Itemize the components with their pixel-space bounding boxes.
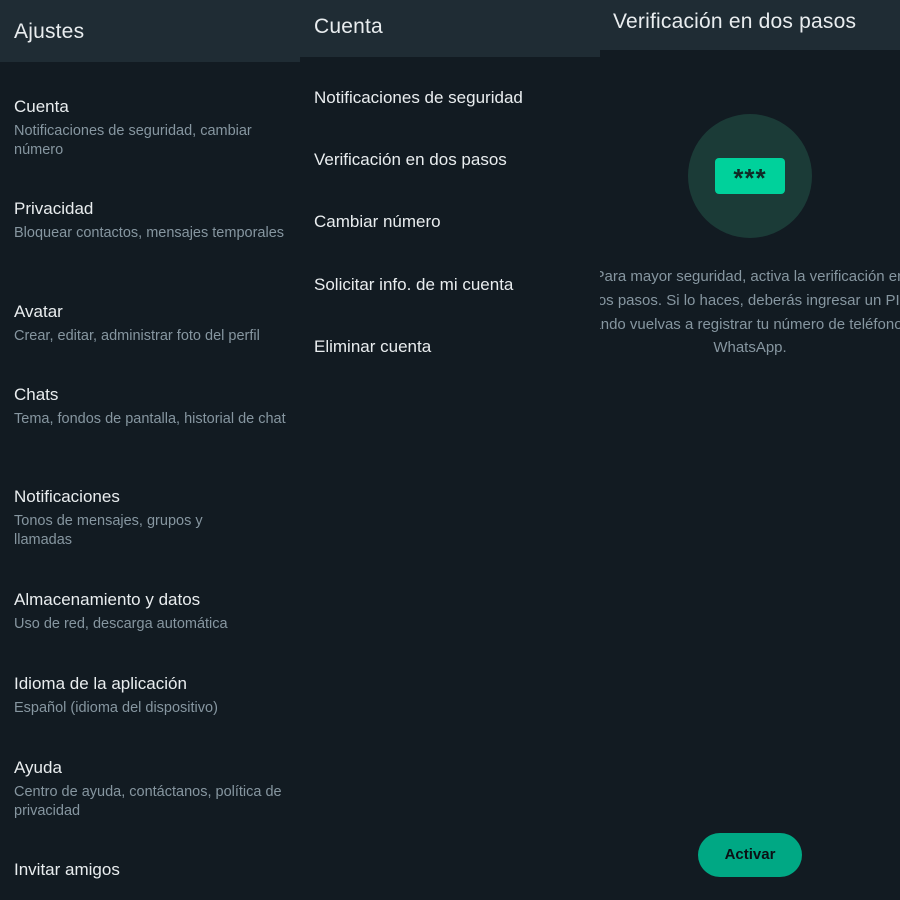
cuenta-screen: Cuenta Notificaciones de seguridad Verif… (300, 0, 600, 900)
settings-item-cuenta[interactable]: Cuenta Notificaciones de seguridad, camb… (14, 96, 300, 160)
activar-button[interactable]: Activar (698, 833, 802, 877)
settings-item-title: Invitar amigos (14, 860, 120, 879)
cuenta-title: Cuenta (314, 15, 383, 38)
settings-item-subtitle: Tonos de mensajes, grupos y llamadas (14, 513, 203, 548)
ajustes-screen: Ajustes Cuenta Notificaciones de segurid… (0, 0, 300, 900)
description-line: WhatsApp. (713, 339, 787, 356)
settings-item-title: Privacidad (14, 199, 94, 218)
pin-icon: *** (715, 158, 785, 194)
settings-item-title: Almacenamiento y datos (14, 590, 201, 609)
settings-item-subtitle: Centro de ayuda, contáctanos, política d… (14, 784, 282, 819)
settings-item-privacidad[interactable]: Privacidad Bloquear contactos, mensajes … (14, 198, 300, 243)
cuenta-item-cambiar-numero[interactable]: Cambiar número (314, 211, 441, 233)
description-line: cuando vuelvas a registrar tu número de … (600, 316, 900, 333)
pin-illustration: *** (688, 114, 812, 238)
verificacion-screen: Verificación en dos pasos *** Para mayor… (600, 0, 900, 900)
cuenta-item-eliminar-cuenta[interactable]: Eliminar cuenta (314, 336, 431, 358)
settings-item-idioma[interactable]: Idioma de la aplicación Español (idioma … (14, 673, 300, 718)
settings-item-avatar[interactable]: Avatar Crear, editar, administrar foto d… (14, 301, 300, 346)
description-line: dos pasos. Si lo haces, deberás ingresar… (600, 292, 900, 309)
settings-item-ayuda[interactable]: Ayuda Centro de ayuda, contáctanos, polí… (14, 757, 300, 821)
settings-item-subtitle: Notificaciones de seguridad, cambiar núm… (14, 123, 252, 158)
settings-item-title: Notificaciones (14, 487, 120, 506)
verificacion-title: Verificación en dos pasos (613, 10, 857, 33)
cuenta-item-verificacion-dos-pasos[interactable]: Verificación en dos pasos (314, 149, 507, 171)
settings-item-subtitle: Tema, fondos de pantalla, historial de c… (14, 411, 286, 427)
settings-item-title: Avatar (14, 302, 63, 321)
settings-item-subtitle: Bloquear contactos, mensajes temporales (14, 225, 285, 241)
verificacion-app-bar: Verificación en dos pasos (600, 0, 900, 50)
cuenta-item-solicitar-info[interactable]: Solicitar info. de mi cuenta (314, 274, 513, 296)
settings-item-notificaciones[interactable]: Notificaciones Tonos de mensajes, grupos… (14, 486, 300, 550)
settings-item-subtitle: Crear, editar, administrar foto del perf… (14, 328, 260, 344)
settings-item-title: Chats (14, 385, 59, 404)
cuenta-app-bar: Cuenta (300, 0, 600, 57)
settings-item-title: Cuenta (14, 97, 69, 116)
settings-item-subtitle: Uso de red, descarga automática (14, 616, 228, 632)
cuenta-item-notificaciones-seguridad[interactable]: Notificaciones de seguridad (314, 87, 523, 109)
screen: Ajustes Cuenta Notificaciones de segurid… (0, 0, 900, 900)
settings-item-title: Idioma de la aplicación (14, 674, 187, 693)
settings-item-subtitle: Español (idioma del dispositivo) (14, 700, 218, 716)
description-line: Para mayor seguridad, activa la verifica… (600, 268, 900, 285)
settings-item-title: Ayuda (14, 758, 62, 777)
ajustes-app-bar: Ajustes (0, 0, 300, 62)
settings-item-invitar-amigos[interactable]: Invitar amigos (14, 859, 300, 881)
settings-item-chats[interactable]: Chats Tema, fondos de pantalla, historia… (14, 384, 300, 429)
settings-item-almacenamiento[interactable]: Almacenamiento y datos Uso de red, desca… (14, 589, 300, 634)
ajustes-title: Ajustes (14, 20, 85, 43)
